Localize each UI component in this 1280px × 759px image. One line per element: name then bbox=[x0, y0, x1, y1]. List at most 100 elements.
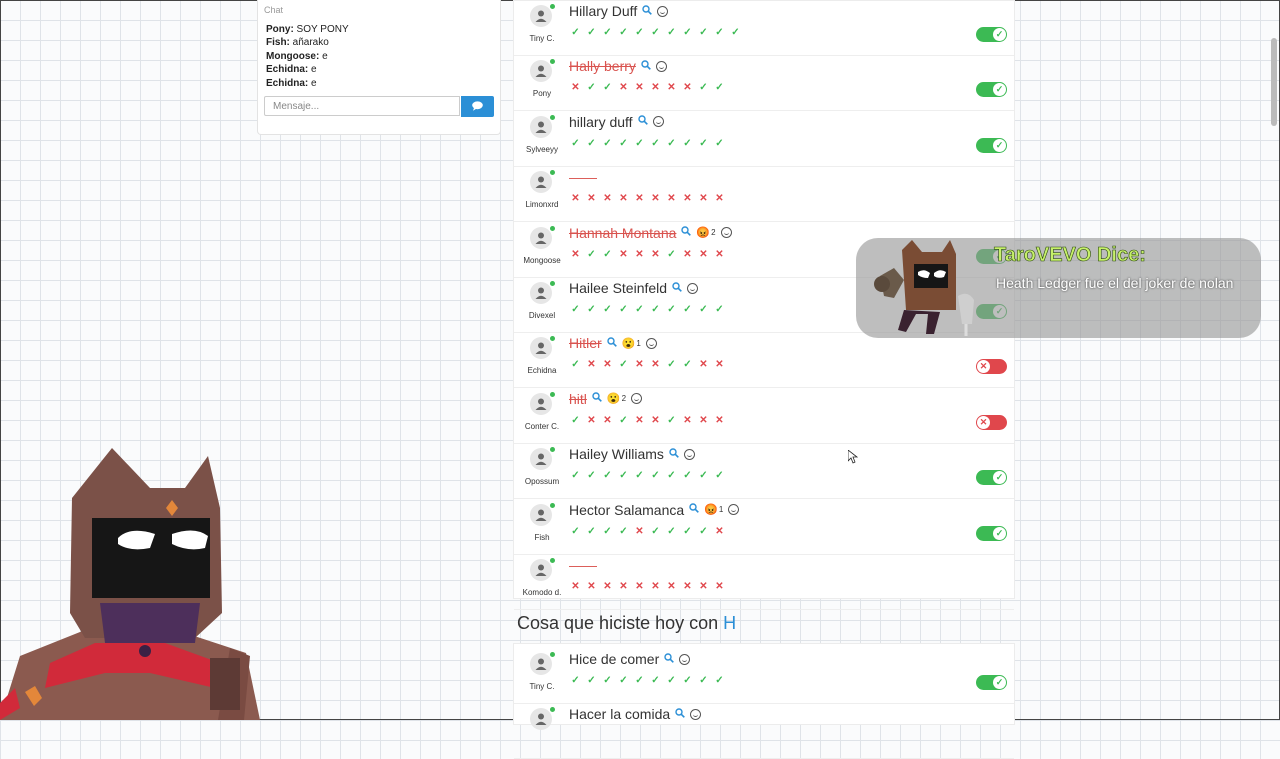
check-icon: ✓ bbox=[699, 675, 708, 686]
online-status-dot bbox=[550, 391, 555, 397]
cross-icon: ✕ bbox=[715, 248, 724, 260]
scrollbar-thumb[interactable] bbox=[1271, 38, 1277, 126]
chat-message-text: e bbox=[308, 77, 317, 89]
reaction-badge[interactable]: 😮 1 bbox=[622, 337, 641, 350]
online-status-dot bbox=[550, 59, 555, 65]
reaction-count: 2 bbox=[711, 228, 716, 238]
cross-icon: ✕ bbox=[603, 359, 612, 371]
add-reaction-icon[interactable] bbox=[657, 5, 669, 17]
validity-toggle[interactable]: ✓ bbox=[976, 27, 1007, 42]
search-icon[interactable] bbox=[669, 447, 679, 461]
search-icon[interactable] bbox=[681, 226, 692, 239]
user-icon bbox=[535, 65, 547, 78]
answer-text-group: —— bbox=[569, 557, 597, 573]
chat-message: Fish: añarako bbox=[266, 36, 349, 49]
user-icon bbox=[535, 176, 547, 189]
check-icon: ✓ bbox=[619, 470, 628, 482]
add-reaction-icon[interactable] bbox=[652, 116, 664, 128]
cross-icon: ✕ bbox=[699, 248, 708, 260]
page-scrollbar[interactable] bbox=[1269, 0, 1277, 720]
add-reaction-icon[interactable] bbox=[631, 393, 643, 405]
player-name: Mongoose bbox=[523, 255, 561, 265]
answer-text-group: Hannah Montana 😡 2 bbox=[569, 225, 732, 241]
alert-title: TaroVEVO Dice: bbox=[994, 244, 1147, 267]
check-icon: ✓ bbox=[587, 304, 596, 315]
answer-text-group: Hector Salamanca 😡 1 bbox=[569, 501, 740, 518]
online-status-dot bbox=[550, 170, 555, 176]
avatar bbox=[530, 4, 555, 27]
cross-icon: ✕ bbox=[571, 193, 580, 205]
cross-icon: ✕ bbox=[715, 193, 724, 205]
cross-icon: ✕ bbox=[619, 581, 628, 592]
online-status-dot bbox=[550, 281, 555, 286]
search-icon[interactable] bbox=[672, 281, 682, 295]
cross-icon: ✕ bbox=[683, 82, 692, 94]
search-icon[interactable] bbox=[606, 337, 617, 350]
answer-row: Tiny C. Hillary Duff ✓ ✓ ✓ ✓ ✓ ✓ ✓ ✓ ✓ ✓ ✓ ✓ bbox=[514, 0, 1014, 56]
search-icon[interactable] bbox=[689, 503, 700, 516]
check-icon: ✓ bbox=[603, 82, 612, 94]
answer-text: Hector Salamanca bbox=[569, 501, 685, 518]
reaction-badge[interactable]: 😮 2 bbox=[607, 392, 626, 405]
answer-row: Hacer la comida bbox=[514, 703, 1014, 759]
add-reaction-icon[interactable] bbox=[728, 504, 740, 516]
add-reaction-icon[interactable] bbox=[655, 60, 667, 72]
validity-toggle[interactable]: ✕ bbox=[976, 359, 1007, 375]
search-icon[interactable] bbox=[664, 652, 675, 666]
check-icon: ✓ bbox=[587, 137, 596, 149]
check-icon: ✓ bbox=[995, 139, 1004, 150]
answer-text-group: hillary duff bbox=[569, 114, 664, 130]
chat-message-user: Echidna: bbox=[266, 64, 309, 76]
validity-toggle[interactable]: ✓ bbox=[976, 82, 1007, 98]
section-title: Cosa que hiciste hoy con H bbox=[517, 613, 737, 633]
validity-toggle[interactable]: ✓ bbox=[976, 470, 1007, 486]
chat-message-input[interactable]: Mensaje... bbox=[264, 96, 460, 116]
check-icon: ✓ bbox=[667, 470, 676, 482]
vote-marks: ✕ ✓ ✓ ✕ ✕ ✕ ✓ ✕ ✕ ✕ bbox=[570, 249, 725, 260]
validity-toggle[interactable]: ✓ bbox=[976, 675, 1007, 690]
search-icon[interactable] bbox=[637, 115, 648, 128]
search-icon[interactable] bbox=[642, 4, 653, 18]
validity-toggle[interactable]: ✓ bbox=[976, 137, 1007, 153]
check-icon: ✓ bbox=[587, 82, 596, 94]
search-icon[interactable] bbox=[592, 392, 602, 405]
add-reaction-icon[interactable] bbox=[690, 708, 702, 720]
check-icon: ✓ bbox=[699, 82, 708, 94]
add-reaction-icon[interactable] bbox=[720, 227, 732, 239]
check-icon: ✓ bbox=[995, 29, 1004, 39]
avatar bbox=[530, 558, 555, 581]
cross-icon: ✕ bbox=[571, 248, 580, 260]
streamer-avatar-image bbox=[0, 448, 260, 720]
validity-toggle[interactable]: ✕ bbox=[976, 414, 1007, 430]
add-reaction-icon[interactable] bbox=[683, 448, 695, 460]
check-icon: ✓ bbox=[603, 470, 612, 482]
check-icon: ✓ bbox=[587, 675, 596, 686]
search-icon[interactable] bbox=[675, 707, 686, 721]
cross-icon: ✕ bbox=[603, 581, 612, 592]
add-reaction-icon[interactable] bbox=[687, 282, 699, 294]
add-reaction-icon[interactable] bbox=[645, 337, 657, 349]
player-name: Limonxrd bbox=[525, 200, 559, 210]
check-icon: ✓ bbox=[667, 248, 676, 260]
avatar bbox=[530, 447, 555, 471]
mouse-cursor-icon bbox=[848, 450, 858, 464]
online-status-dot bbox=[550, 225, 555, 231]
check-icon: ✓ bbox=[667, 359, 676, 371]
check-icon: ✓ bbox=[699, 27, 708, 38]
reaction-badge[interactable]: 😡 2 bbox=[696, 226, 715, 239]
add-reaction-icon[interactable] bbox=[679, 653, 691, 665]
close-icon: ✕ bbox=[979, 361, 988, 372]
user-icon bbox=[535, 713, 547, 725]
check-icon: ✓ bbox=[619, 137, 628, 149]
vote-marks: ✓ ✕ ✕ ✓ ✕ ✕ ✓ ✕ ✕ ✕ bbox=[570, 415, 725, 426]
reaction-badge[interactable]: 😡 1 bbox=[704, 503, 723, 516]
check-icon: ✓ bbox=[715, 137, 724, 149]
validity-toggle[interactable]: ✓ bbox=[976, 525, 1007, 541]
cross-icon: ✕ bbox=[699, 193, 708, 205]
online-status-dot bbox=[550, 652, 555, 657]
answer-row: Sylveeyy hillary duff ✓ ✓ ✓ ✓ ✓ ✓ ✓ ✓ ✓ ✓ ✓ bbox=[514, 111, 1014, 167]
cross-icon: ✕ bbox=[651, 414, 660, 426]
search-icon[interactable] bbox=[641, 60, 651, 73]
chat-send-button[interactable] bbox=[461, 96, 494, 117]
reaction-emoji: 😡 bbox=[696, 227, 711, 240]
